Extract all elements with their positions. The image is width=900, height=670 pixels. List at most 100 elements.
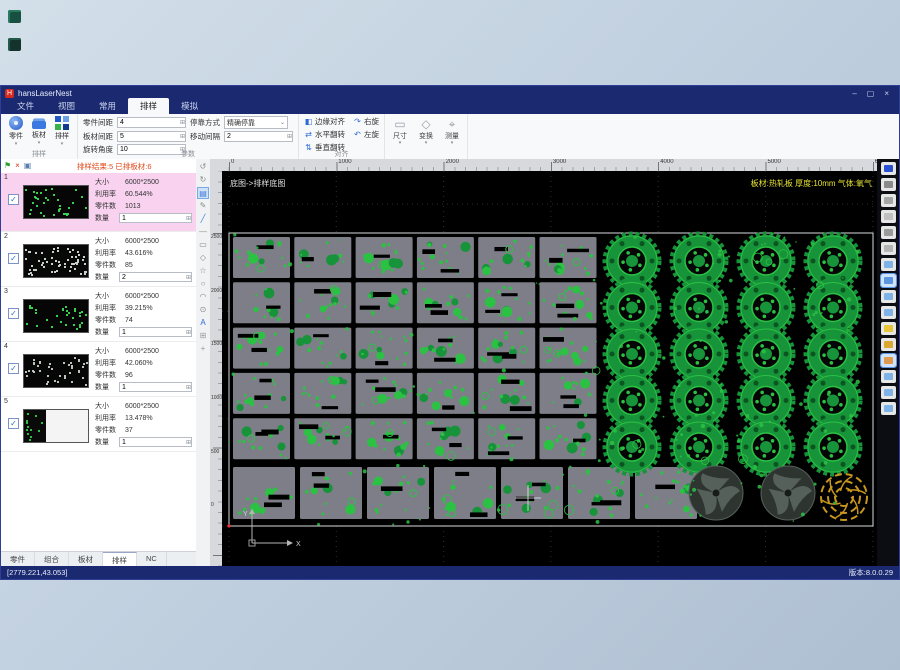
part-button[interactable]: 零件 ▾: [6, 116, 26, 146]
close-button[interactable]: ×: [884, 89, 889, 98]
v-ruler-label: 0: [211, 502, 214, 508]
ellipse-icon[interactable]: ⊙: [197, 304, 209, 316]
select-icon[interactable]: ▤: [197, 187, 209, 199]
layer-gray-2-icon[interactable]: [881, 194, 896, 207]
polyline-icon[interactable]: —: [197, 226, 209, 238]
desktop-icon-2[interactable]: [8, 38, 21, 51]
chevron-down-icon[interactable]: ▾: [425, 141, 428, 145]
result-checkbox[interactable]: ✓: [8, 363, 19, 374]
group-caption-params: 参数: [78, 149, 298, 159]
result-checkbox[interactable]: ✓: [8, 194, 19, 205]
chevron-down-icon[interactable]: ▾: [15, 142, 18, 146]
bottom-tab-combine[interactable]: 组合: [35, 552, 69, 566]
chevron-down-icon[interactable]: ▾: [61, 142, 64, 146]
ribbon: 零件 ▾ 板材 ▾ 排样 ▾ 排样: [1, 114, 899, 160]
result-index: 5: [4, 398, 8, 405]
sheet-button[interactable]: 板材 ▾: [29, 116, 49, 146]
delete-result-icon[interactable]: ×: [15, 160, 20, 172]
measure-button[interactable]: ⌖ 测量 ▾: [442, 117, 462, 145]
view-a-icon[interactable]: [881, 370, 896, 383]
desktop-icon-1[interactable]: [8, 10, 21, 23]
sun-icon[interactable]: [881, 322, 896, 335]
result-card-2[interactable]: 2 ✓ 大小6000*2500 利用率43.616% 零件数85 数量⊞: [1, 232, 196, 287]
layer-gray-3-icon[interactable]: [881, 210, 896, 223]
tab-file[interactable]: 文件: [5, 98, 46, 114]
flip-horizontal-button[interactable]: ⇄水平翻转: [304, 129, 345, 140]
view-screen-icon[interactable]: [881, 274, 896, 287]
result-card-4[interactable]: 4 ✓ 大小6000*2500 利用率42.060% 零件数96 数量⊞: [1, 342, 196, 397]
v-ruler-label: 1500: [211, 341, 222, 347]
line-icon[interactable]: ╱: [197, 213, 209, 225]
undo-icon[interactable]: ↺: [197, 161, 209, 173]
part-spacing-input[interactable]: [117, 117, 186, 128]
result-qty-input[interactable]: [119, 327, 192, 337]
minimize-button[interactable]: –: [852, 89, 856, 98]
view-globe-icon[interactable]: [881, 258, 896, 271]
nest-canvas[interactable]: YX 底图->排样底图 板材:热轧板 厚度:10mm 气体:氧气: [222, 171, 877, 566]
transform-button[interactable]: ◇ 变换 ▾: [416, 117, 436, 145]
bottom-tab-nest[interactable]: 排样: [103, 552, 137, 566]
arc-icon[interactable]: ◠: [197, 291, 209, 303]
move-step-input[interactable]: [224, 131, 293, 142]
layer-gray-5-icon[interactable]: [881, 242, 896, 255]
result-thumbnail: [23, 299, 89, 333]
tab-common[interactable]: 常用: [87, 98, 128, 114]
sheet-spacing-input[interactable]: [117, 131, 186, 142]
circle-icon[interactable]: ○: [197, 278, 209, 290]
result-checkbox[interactable]: ✓: [8, 253, 19, 264]
rotate-left-button[interactable]: ↶左旋: [353, 129, 379, 140]
redo-icon[interactable]: ↻: [197, 174, 209, 186]
sheet-icon: [32, 121, 46, 129]
layer-gray-1-icon[interactable]: [881, 178, 896, 191]
polygon-icon[interactable]: ◇: [197, 252, 209, 264]
dock-mode-select[interactable]: 精确停靠⌄: [224, 116, 288, 129]
chevron-down-icon[interactable]: ▾: [451, 141, 454, 145]
nest-canvas-svg: YX: [222, 171, 877, 566]
star-icon[interactable]: ☆: [197, 265, 209, 277]
result-qty-input[interactable]: [119, 382, 192, 392]
result-qty-input[interactable]: [119, 213, 192, 223]
chevron-down-icon[interactable]: ▾: [38, 141, 41, 145]
v-ruler-label: 2000: [211, 288, 222, 294]
result-card-3[interactable]: 3 ✓ 大小6000*2500 利用率39.215% 零件数74 数量⊞: [1, 287, 196, 342]
restore-button[interactable]: ▢: [867, 89, 875, 98]
rect-icon[interactable]: ▭: [197, 239, 209, 251]
result-card-1[interactable]: 1 ✓ 大小6000*2500 利用率60.544% 零件数1013 数量⊞: [1, 173, 196, 232]
part-icon: [9, 116, 23, 130]
text-icon[interactable]: A: [197, 317, 209, 329]
bottom-tab-parts[interactable]: 零件: [1, 552, 35, 566]
nest-button[interactable]: 排样 ▾: [52, 116, 72, 146]
bottom-tab-sheets[interactable]: 板材: [69, 552, 103, 566]
view-b-icon[interactable]: [881, 386, 896, 399]
screen-orange-icon[interactable]: [881, 354, 896, 367]
view-c-icon[interactable]: [881, 402, 896, 415]
tab-simulate[interactable]: 模拟: [169, 98, 210, 114]
view-monitor-icon[interactable]: [881, 290, 896, 303]
result-checkbox[interactable]: ✓: [8, 308, 19, 319]
result-index: 1: [4, 174, 8, 181]
edge-align-button[interactable]: ◧边缘对齐: [304, 116, 345, 127]
film-view-icon[interactable]: [881, 162, 896, 175]
tab-nest[interactable]: 排样: [128, 98, 169, 114]
gold-badge-icon[interactable]: [881, 338, 896, 351]
size-button[interactable]: ▭ 尺寸 ▾: [390, 117, 410, 145]
chevron-down-icon[interactable]: ▾: [399, 141, 402, 145]
layer-gray-4-icon[interactable]: [881, 226, 896, 239]
bottom-tab-nc[interactable]: NC: [137, 552, 167, 566]
copy-result-icon[interactable]: ▣: [24, 160, 32, 172]
move-icon[interactable]: +: [197, 343, 209, 355]
result-checkbox[interactable]: ✓: [8, 418, 19, 429]
tab-view[interactable]: 视图: [46, 98, 87, 114]
result-qty-input[interactable]: [119, 437, 192, 447]
edit-icon[interactable]: ✎: [197, 200, 209, 212]
group-caption-align: 对齐: [299, 149, 384, 159]
rotate-left-icon: ↶: [353, 130, 362, 139]
result-card-5[interactable]: 5 ✓ 大小6000*2500 利用率13.478% 零件数37 数量⊞: [1, 397, 196, 452]
view-gear-icon[interactable]: [881, 306, 896, 319]
result-utilization: 39.215%: [125, 305, 153, 312]
rotate-right-button[interactable]: ↷右旋: [353, 116, 379, 127]
result-qty-input[interactable]: [119, 272, 192, 282]
array-icon[interactable]: ⊞: [197, 330, 209, 342]
start-nest-icon[interactable]: ⚑: [4, 160, 11, 172]
svg-text:Y: Y: [243, 511, 248, 518]
